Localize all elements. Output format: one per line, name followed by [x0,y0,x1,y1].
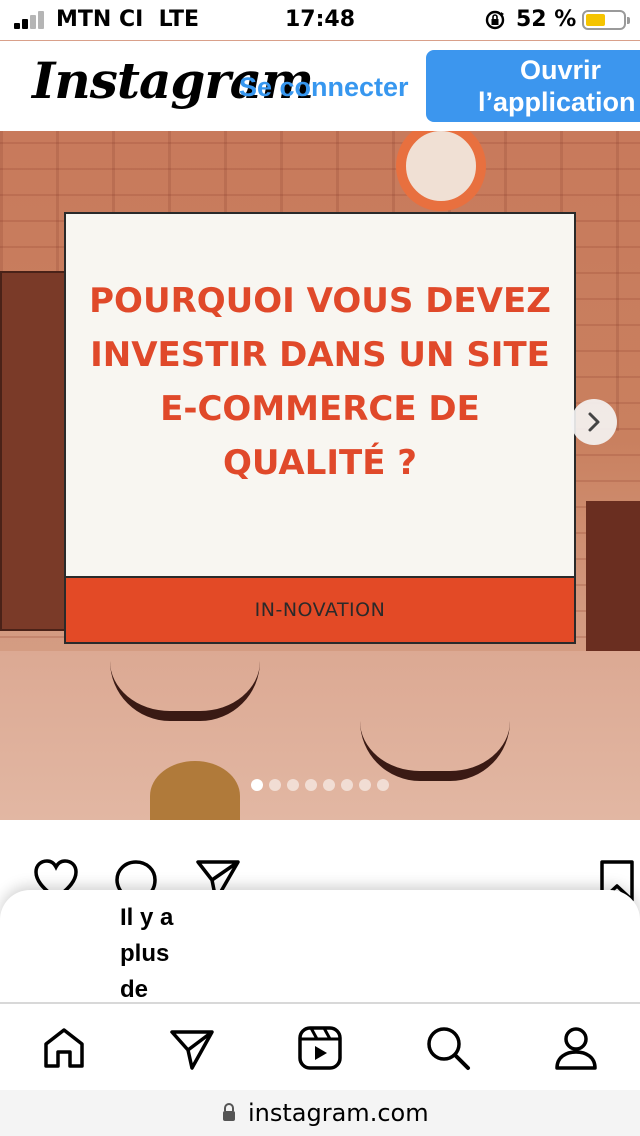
open-app-button[interactable]: Ouvrir l’application [426,50,640,122]
tab-direct[interactable] [168,1024,216,1072]
status-bar: MTN CI LTE 17:48 52 % [0,0,640,40]
open-app-label-line2: l’application [478,87,636,117]
carousel-dot [251,779,263,791]
carousel-dot [287,779,299,791]
floor-background [0,651,640,820]
carousel-next-button[interactable] [571,399,617,445]
instagram-header: Instagram Se connecter Ouvrir l’applicat… [0,41,640,131]
open-app-label-line1: Ouvrir [520,55,602,85]
bottom-tab-bar [0,1004,640,1090]
carousel-dot [269,779,281,791]
orientation-lock-icon [485,10,505,30]
post-card-title: POURQUOI VOUS DEVEZ INVESTIR DANS UN SIT… [89,281,551,483]
carousel-dot [305,779,317,791]
direct-icon [170,1030,214,1070]
battery-icon [582,10,630,30]
carousel-dots [0,778,640,792]
url-text: instagram.com [248,1099,429,1127]
post-media-carousel[interactable]: POURQUOI VOUS DEVEZ INVESTIR DANS UN SIT… [0,131,640,820]
home-icon [44,1028,84,1068]
carousel-dot [323,779,335,791]
office-chair [360,691,510,781]
sheet-text: Il y a plus de [120,904,174,1003]
profile-icon [555,1027,597,1070]
cabinet-background [0,271,68,631]
tab-home[interactable] [40,1024,88,1072]
search-icon [427,1027,470,1070]
carousel-dot [359,779,371,791]
tab-search[interactable] [424,1024,472,1072]
tab-reels[interactable] [296,1024,344,1072]
tab-profile[interactable] [552,1024,600,1072]
reels-icon [298,1026,342,1070]
battery-percent: 52 % [516,7,577,32]
desk-background [586,501,640,671]
chevron-right-icon [588,412,600,432]
post-card-footer: IN-NOVATION [64,576,576,644]
browser-url-bar[interactable]: instagram.com [0,1090,640,1136]
bottom-sheet: Il y a plus de [0,890,640,1004]
lock-icon [223,1103,235,1121]
login-link[interactable]: Se connecter [239,71,409,103]
office-chair [110,631,260,721]
carousel-dot [377,779,389,791]
carousel-dot [341,779,353,791]
